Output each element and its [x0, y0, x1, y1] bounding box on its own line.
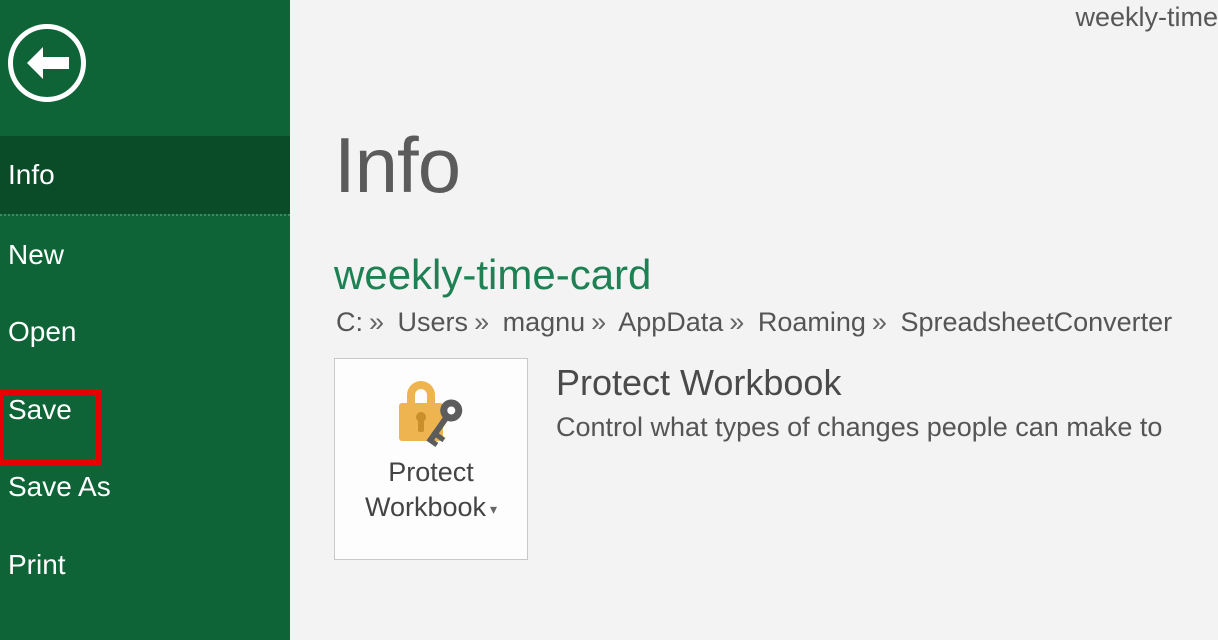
path-segment: AppData [618, 307, 723, 337]
path-segment: Users [398, 307, 469, 337]
protect-section-description: Control what types of changes people can… [556, 412, 1162, 443]
sidebar-item-label: Info [8, 159, 55, 190]
sidebar-item-label: Open [8, 316, 77, 347]
backstage-sidebar: Info New Open Save Save As Print [0, 0, 290, 640]
protect-section-text: Protect Workbook Control what types of c… [556, 358, 1162, 443]
path-separator-icon: » [363, 307, 390, 337]
sidebar-item-save[interactable]: Save [0, 371, 290, 449]
sidebar-item-label: Save As [8, 471, 111, 502]
lock-key-icon [391, 377, 471, 447]
back-button[interactable] [8, 24, 86, 102]
path-separator-icon: » [468, 307, 495, 337]
protect-section-title: Protect Workbook [556, 362, 1162, 404]
sidebar-item-print[interactable]: Print [0, 526, 290, 604]
protect-tile-label: Protect Workbook▾ [365, 455, 497, 525]
page-heading: Info [334, 120, 1218, 211]
document-name: weekly-time-card [334, 251, 1218, 299]
sidebar-item-label: Save [8, 394, 72, 425]
path-separator-icon: » [585, 307, 612, 337]
path-segment: C: [336, 307, 363, 337]
titlebar-filename: weekly-time [1075, 0, 1218, 33]
path-segment: Roaming [758, 307, 866, 337]
sidebar-item-info[interactable]: Info [0, 136, 290, 214]
sidebar-item-new[interactable]: New [0, 216, 290, 294]
arrow-left-icon [23, 45, 71, 81]
document-path[interactable]: C:» Users» magnu» AppData» Roaming» Spre… [336, 307, 1218, 338]
path-segment: SpreadsheetConverter [900, 307, 1172, 337]
path-separator-icon: » [723, 307, 750, 337]
sidebar-item-label: Print [8, 549, 66, 580]
backstage-content: weekly-time Info weekly-time-card C:» Us… [290, 0, 1218, 640]
sidebar-item-save-as[interactable]: Save As [0, 448, 290, 526]
dropdown-caret-icon: ▾ [486, 501, 497, 517]
sidebar-item-open[interactable]: Open [0, 293, 290, 371]
path-separator-icon: » [866, 307, 893, 337]
protect-workbook-button[interactable]: Protect Workbook▾ [334, 358, 528, 560]
info-section-protect: Protect Workbook▾ Protect Workbook Contr… [334, 358, 1218, 560]
sidebar-item-label: New [8, 239, 64, 270]
path-segment: magnu [503, 307, 586, 337]
